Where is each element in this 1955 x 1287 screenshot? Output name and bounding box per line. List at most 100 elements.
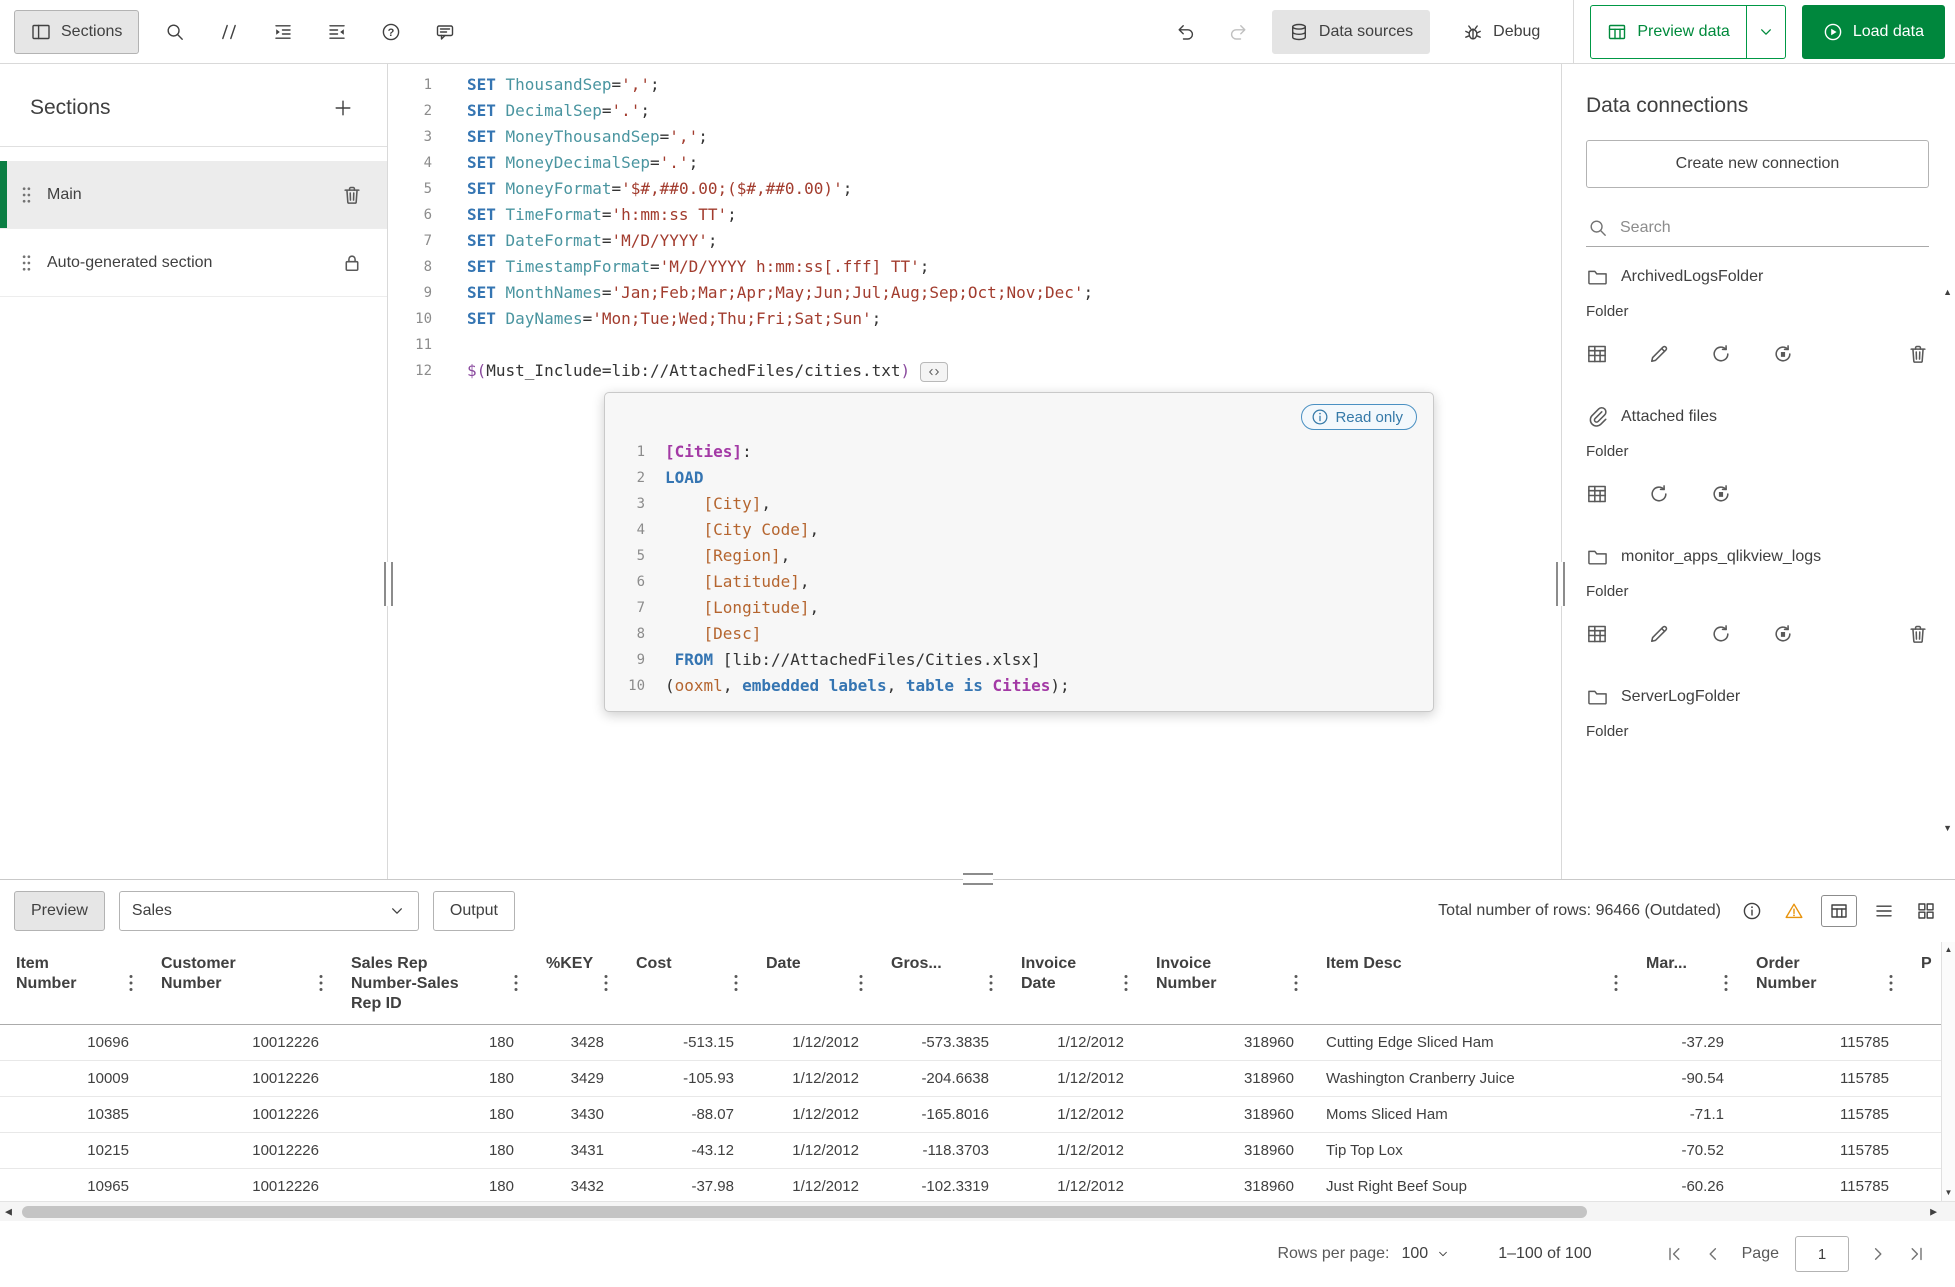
- code-text[interactable]: SET MonthNames='Jan;Feb;Mar;Apr;May;Jun;…: [432, 280, 1093, 306]
- info-button[interactable]: [1737, 896, 1767, 926]
- trash-icon[interactable]: [341, 184, 363, 206]
- code-text[interactable]: [Region],: [645, 543, 791, 569]
- last-page-button[interactable]: [1901, 1239, 1931, 1269]
- previous-page-button[interactable]: [1698, 1239, 1728, 1269]
- create-new-connection-button[interactable]: Create new connection: [1586, 140, 1929, 188]
- expand-include-button[interactable]: [920, 361, 949, 382]
- help-button[interactable]: ?: [373, 14, 409, 50]
- outdent-button[interactable]: [319, 14, 355, 50]
- select-data-icon[interactable]: [1586, 483, 1608, 505]
- code-text[interactable]: SET DecimalSep='.';: [432, 98, 650, 124]
- reload-script-icon[interactable]: [1772, 343, 1794, 365]
- preview-data-dropdown-button[interactable]: [1746, 4, 1786, 59]
- load-data-button[interactable]: Load data: [1801, 4, 1945, 59]
- column-header[interactable]: Date: [750, 942, 875, 1025]
- column-header[interactable]: Order Number: [1740, 942, 1905, 1025]
- sections-toggle-button[interactable]: Sections: [14, 9, 140, 54]
- add-section-button[interactable]: [325, 90, 361, 126]
- sync-icon[interactable]: [1648, 483, 1670, 505]
- sync-icon[interactable]: [1710, 623, 1732, 645]
- col-menu-icon[interactable]: [317, 972, 325, 994]
- col-menu-icon[interactable]: [1612, 972, 1620, 994]
- col-menu-icon[interactable]: [602, 972, 610, 994]
- col-menu-icon[interactable]: [1722, 972, 1730, 994]
- code-text[interactable]: SET TimeFormat='h:mm:ss TT';: [432, 202, 737, 228]
- connection-head[interactable]: Attached files: [1586, 405, 1929, 429]
- code-text[interactable]: (ooxml, embedded labels, table is Cities…: [645, 673, 1070, 699]
- redo-button[interactable]: [1220, 14, 1256, 50]
- section-item[interactable]: Main: [0, 161, 387, 229]
- code-text[interactable]: [City],: [645, 491, 771, 517]
- trash-icon[interactable]: [1907, 623, 1929, 645]
- grid-view-button[interactable]: [1911, 896, 1941, 926]
- reload-script-icon[interactable]: [1710, 483, 1732, 505]
- undo-button[interactable]: [1168, 14, 1204, 50]
- connection-head[interactable]: ArchivedLogsFolder: [1586, 265, 1929, 289]
- list-view-button[interactable]: [1869, 896, 1899, 926]
- reload-script-icon[interactable]: [1772, 623, 1794, 645]
- code-text[interactable]: [Latitude],: [645, 569, 810, 595]
- table-selector[interactable]: Sales: [118, 891, 419, 931]
- code-text[interactable]: SET ThousandSep=',';: [432, 72, 660, 98]
- edit-icon[interactable]: [1648, 343, 1670, 365]
- next-page-button[interactable]: [1863, 1239, 1893, 1269]
- output-button[interactable]: Output: [432, 891, 515, 931]
- code-text[interactable]: FROM [lib://AttachedFiles/Cities.xlsx]: [645, 647, 1041, 673]
- collapse-right-panel-handle[interactable]: [1556, 562, 1565, 606]
- preview-button[interactable]: Preview: [14, 891, 105, 931]
- rows-per-page-select[interactable]: 100: [1402, 1245, 1451, 1263]
- data-sources-button[interactable]: Data sources: [1271, 9, 1431, 54]
- first-page-button[interactable]: [1660, 1239, 1690, 1269]
- code-text[interactable]: [Longitude],: [645, 595, 820, 621]
- code-text[interactable]: SET MoneyDecimalSep='.';: [432, 150, 698, 176]
- table-vertical-scrollbar[interactable]: ▲ ▼: [1941, 942, 1955, 1201]
- code-text[interactable]: $(Must_Include=lib://AttachedFiles/citie…: [432, 358, 949, 384]
- column-header[interactable]: Item Number: [0, 942, 145, 1025]
- column-header[interactable]: %KEY: [530, 942, 620, 1025]
- trash-icon[interactable]: [1907, 343, 1929, 365]
- column-header[interactable]: Gros...: [875, 942, 1005, 1025]
- select-data-icon[interactable]: [1586, 343, 1608, 365]
- code-text[interactable]: SET TimestampFormat='M/D/YYYY h:mm:ss[.f…: [432, 254, 929, 280]
- code-text[interactable]: [Desc]: [645, 621, 762, 647]
- debug-button[interactable]: Debug: [1446, 10, 1557, 54]
- script-editor[interactable]: 1 SET ThousandSep=','; 2 SET DecimalSep='.'…: [388, 64, 1561, 879]
- column-header[interactable]: Customer Number: [145, 942, 335, 1025]
- col-menu-icon[interactable]: [1292, 972, 1300, 994]
- code-text[interactable]: SET DayNames='Mon;Tue;Wed;Thu;Fri;Sat;Su…: [432, 306, 881, 332]
- drag-handle-icon[interactable]: [20, 252, 33, 274]
- col-menu-icon[interactable]: [857, 972, 865, 994]
- code-text[interactable]: [City Code],: [645, 517, 820, 543]
- annotations-button[interactable]: [427, 14, 463, 50]
- column-header[interactable]: Item Desc: [1310, 942, 1630, 1025]
- col-menu-icon[interactable]: [127, 972, 135, 994]
- connection-head[interactable]: ServerLogFolder: [1586, 685, 1929, 709]
- scroll-down-button[interactable]: ▼: [1943, 824, 1952, 833]
- panel-resize-handle[interactable]: [962, 873, 993, 885]
- code-text[interactable]: [Cities]:: [645, 439, 752, 465]
- sync-icon[interactable]: [1710, 343, 1732, 365]
- section-item[interactable]: Auto-generated section: [0, 229, 387, 297]
- comment-code-button[interactable]: [211, 14, 247, 50]
- preview-data-button[interactable]: Preview data: [1590, 4, 1747, 59]
- col-menu-icon[interactable]: [512, 972, 520, 994]
- connection-search-input[interactable]: [1620, 219, 1927, 237]
- column-header[interactable]: Sales Rep Number-Sales Rep ID: [335, 942, 530, 1025]
- code-text[interactable]: SET MoneyFormat='$#,##0.00;($#,##0.00)';: [432, 176, 852, 202]
- search-script-button[interactable]: [157, 14, 193, 50]
- table-view-button[interactable]: [1821, 895, 1857, 927]
- code-text[interactable]: SET DateFormat='M/D/YYYY';: [432, 228, 717, 254]
- drag-handle-icon[interactable]: [20, 184, 33, 206]
- page-number-input[interactable]: [1795, 1236, 1849, 1272]
- col-menu-icon[interactable]: [732, 972, 740, 994]
- code-text[interactable]: SET MoneyThousandSep=',';: [432, 124, 708, 150]
- column-header[interactable]: Invoice Date: [1005, 942, 1140, 1025]
- warning-button[interactable]: [1779, 896, 1809, 926]
- code-text[interactable]: LOAD: [645, 465, 704, 491]
- col-menu-icon[interactable]: [1122, 972, 1130, 994]
- col-menu-icon[interactable]: [987, 972, 995, 994]
- scroll-up-button[interactable]: ▲: [1943, 288, 1952, 297]
- column-header[interactable]: Cost: [620, 942, 750, 1025]
- column-header[interactable]: Invoice Number: [1140, 942, 1310, 1025]
- horizontal-scrollbar-thumb[interactable]: [22, 1206, 1587, 1218]
